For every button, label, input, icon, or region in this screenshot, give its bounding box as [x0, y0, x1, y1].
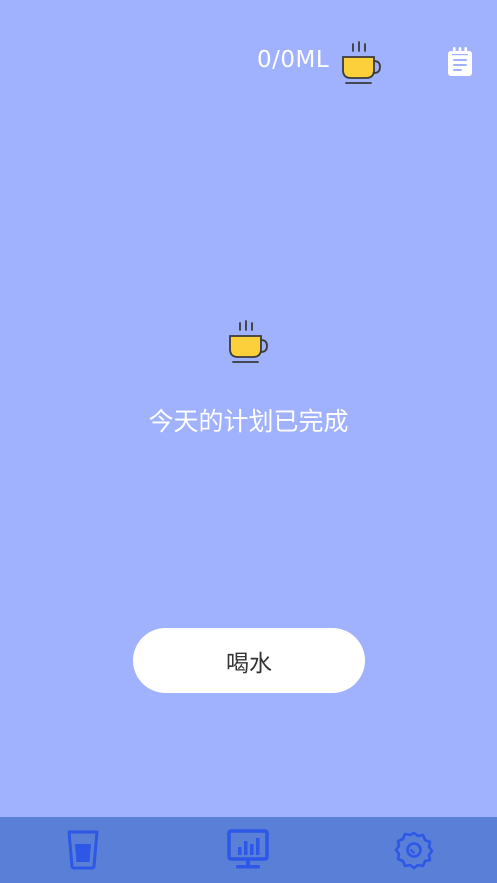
coffee-cup-icon [342, 41, 381, 84]
notepad-icon[interactable] [447, 47, 473, 77]
tab-water[interactable] [23, 817, 143, 883]
chart-board-icon [227, 829, 269, 869]
settings-gear-icon [394, 831, 434, 870]
tab-statistics[interactable] [188, 817, 308, 883]
water-glass-icon [67, 830, 99, 870]
bottom-tab-bar [0, 817, 497, 883]
header-bar: 0/0ML [0, 0, 497, 120]
coffee-cup-icon [229, 320, 268, 363]
plan-complete-message: 今天的计划已完成 [148, 407, 349, 436]
tab-settings[interactable] [354, 817, 474, 883]
drink-water-button[interactable]: 喝水 [133, 628, 365, 693]
water-intake-readout: 0/0ML [257, 47, 330, 73]
